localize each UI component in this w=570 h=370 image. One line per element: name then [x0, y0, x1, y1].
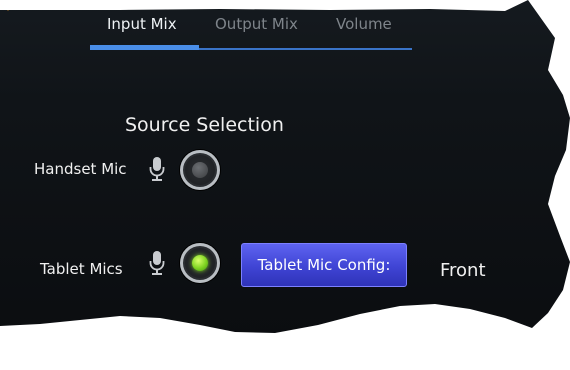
tab-input-mix[interactable]: Input Mix — [107, 15, 177, 33]
radio-handset-mic[interactable] — [180, 150, 220, 190]
app-screen: Input Mix Output Mix Volume Source Selec… — [0, 0, 570, 333]
tab-active-indicator — [90, 45, 199, 50]
tab-volume[interactable]: Volume — [336, 15, 392, 33]
radio-indicator — [192, 342, 208, 358]
microphone-icon — [149, 157, 165, 181]
mic-config-value: Front — [440, 260, 486, 281]
source-label-tablet-mics: Tablet Mics — [40, 260, 123, 278]
source-label-handset-mic: Handset Mic — [34, 160, 127, 178]
tab-bar: Input Mix Output Mix Volume — [90, 10, 412, 50]
radio-partial-next-source[interactable] — [180, 330, 220, 358]
app-corner-icon — [2, 0, 14, 11]
section-title: Source Selection — [125, 114, 284, 136]
tab-output-mix[interactable]: Output Mix — [215, 15, 298, 33]
radio-indicator — [192, 255, 208, 271]
radio-indicator — [192, 162, 208, 178]
microphone-icon — [149, 251, 165, 275]
tablet-mic-config-button[interactable]: Tablet Mic Config: — [241, 243, 407, 287]
radio-tablet-mics[interactable] — [180, 243, 220, 283]
